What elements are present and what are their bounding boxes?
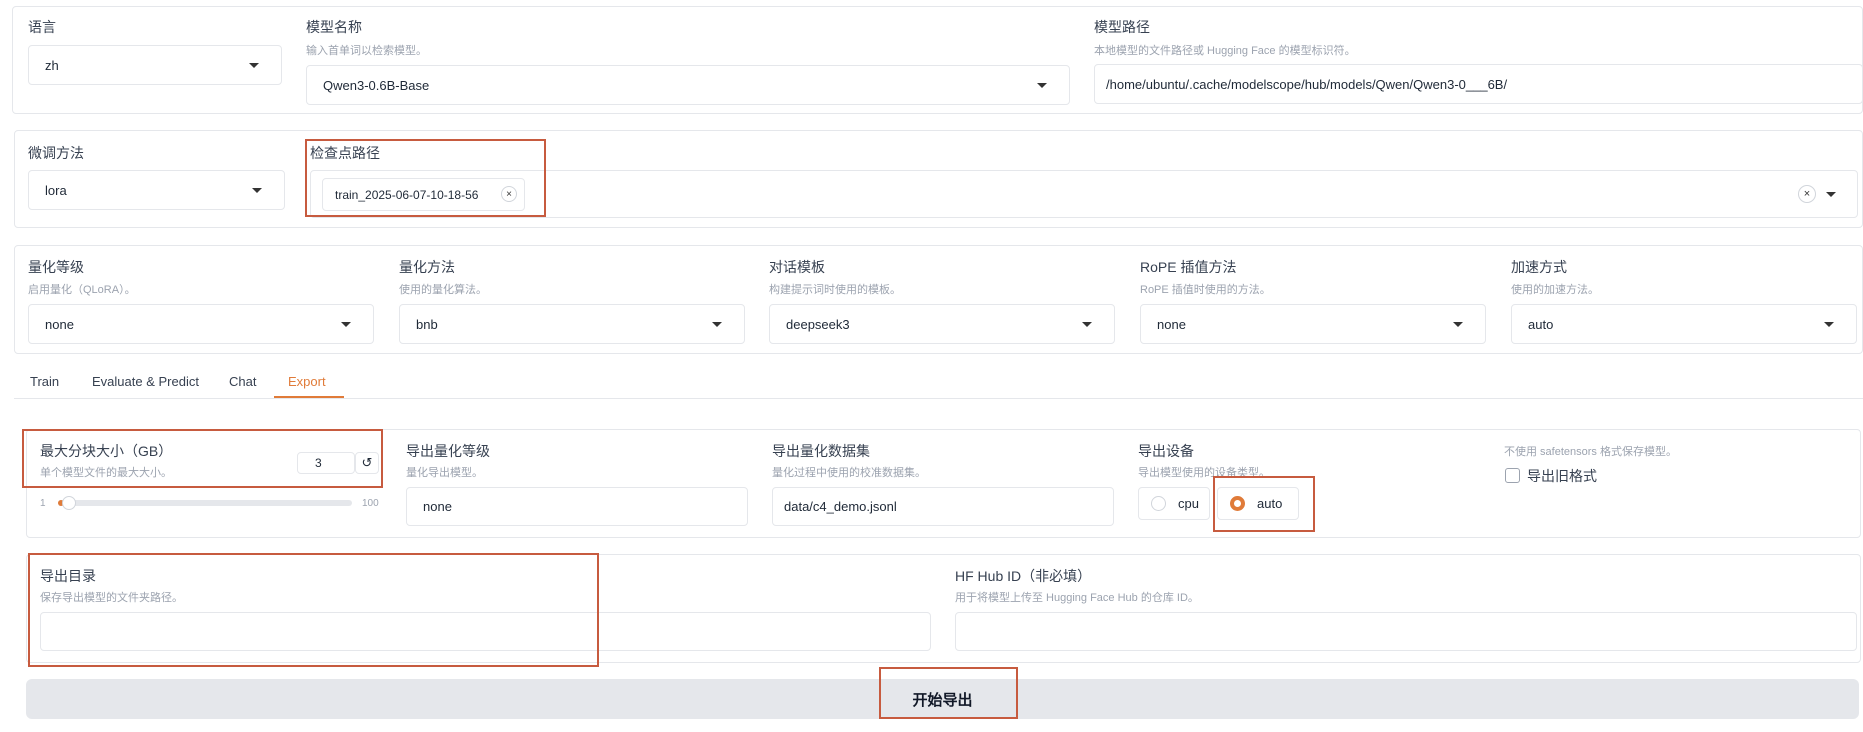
- checkpoint-chip[interactable]: train_2025-06-07-10-18-56 ×: [322, 178, 525, 211]
- device-cpu-label: cpu: [1178, 496, 1199, 511]
- template-value: deepseek3: [786, 316, 850, 332]
- quant-level-dropdown[interactable]: none: [28, 304, 374, 344]
- model-path-hint: 本地模型的文件路径或 Hugging Face 的模型标识符。: [1094, 45, 1356, 57]
- legacy-label[interactable]: 导出旧格式: [1527, 466, 1597, 486]
- export-device-hint: 导出模型使用的设备类型。: [1138, 467, 1270, 479]
- export-dataset-value: data/c4_demo.jsonl: [784, 499, 897, 514]
- lang-dropdown[interactable]: zh: [28, 45, 282, 85]
- model-path-input[interactable]: /home/ubuntu/.cache/modelscope/hub/model…: [1094, 64, 1863, 104]
- export-quant-value: none: [423, 499, 452, 514]
- export-dir-input[interactable]: [40, 612, 931, 651]
- device-auto-label: auto: [1257, 496, 1283, 511]
- device-option-auto[interactable]: auto: [1217, 487, 1299, 520]
- export-dataset-label: 导出量化数据集: [772, 443, 870, 459]
- start-export-button[interactable]: 开始导出: [26, 679, 1859, 719]
- export-dataset-input[interactable]: data/c4_demo.jsonl: [772, 487, 1114, 526]
- quant-method-label: 量化方法: [399, 259, 455, 275]
- shard-size-value: 3: [315, 456, 322, 470]
- shard-size-label: 最大分块大小（GB）: [40, 443, 173, 459]
- model-name-dropdown[interactable]: Qwen3-0.6B-Base: [306, 65, 1070, 105]
- export-dataset-hint: 量化过程中使用的校准数据集。: [772, 467, 926, 479]
- finetune-method-label: 微调方法: [28, 145, 84, 161]
- tab-evaluate-predict[interactable]: Evaluate & Predict: [92, 374, 199, 389]
- tab-export-underline: [274, 396, 344, 398]
- quant-level-label: 量化等级: [28, 259, 84, 275]
- rope-dropdown[interactable]: none: [1140, 304, 1486, 344]
- quant-method-dropdown[interactable]: bnb: [399, 304, 745, 344]
- radio-cpu[interactable]: [1151, 496, 1166, 511]
- hub-id-input[interactable]: [955, 612, 1857, 651]
- shard-size-hint: 单个模型文件的最大大小。: [40, 467, 172, 479]
- finetune-method-value: lora: [45, 182, 67, 198]
- model-name-value: Qwen3-0.6B-Base: [323, 77, 430, 93]
- accel-dropdown[interactable]: auto: [1511, 304, 1857, 344]
- template-dropdown[interactable]: deepseek3: [769, 304, 1115, 344]
- tab-train[interactable]: Train: [30, 374, 59, 389]
- rope-hint: RoPE 插值时使用的方法。: [1140, 284, 1271, 296]
- chip-close-icon[interactable]: ×: [501, 186, 517, 202]
- reset-icon: ↺: [361, 455, 373, 470]
- finetune-method-dropdown[interactable]: lora: [28, 170, 285, 210]
- slider-min: 1: [40, 498, 46, 509]
- hub-id-hint: 用于将模型上传至 Hugging Face Hub 的仓库 ID。: [955, 592, 1199, 604]
- accel-hint: 使用的加速方法。: [1511, 284, 1599, 296]
- quant-level-value: none: [45, 316, 74, 332]
- model-path-label: 模型路径: [1094, 19, 1150, 35]
- export-quant-label: 导出量化等级: [406, 443, 490, 459]
- chevron-down-icon[interactable]: [1826, 192, 1836, 197]
- export-quant-hint: 量化导出模型。: [406, 467, 483, 479]
- model-name-hint: 输入首单词以检索模型。: [306, 45, 427, 57]
- template-label: 对话模板: [769, 259, 825, 275]
- rope-value: none: [1157, 316, 1186, 332]
- clear-icon[interactable]: ×: [1798, 185, 1816, 203]
- shard-size-input[interactable]: 3: [297, 452, 355, 474]
- checkpoint-label: 检查点路径: [310, 145, 380, 161]
- export-dir-hint: 保存导出模型的文件夹路径。: [40, 592, 183, 604]
- quant-level-hint: 启用量化（QLoRA）。: [28, 284, 136, 296]
- export-quant-input[interactable]: none: [406, 487, 748, 526]
- legacy-checkbox[interactable]: [1505, 468, 1520, 483]
- lang-label: 语言: [28, 19, 56, 35]
- tabs-divider: [14, 398, 1863, 399]
- tab-chat[interactable]: Chat: [229, 374, 256, 389]
- tab-export[interactable]: Export: [288, 374, 326, 389]
- template-hint: 构建提示词时使用的模板。: [769, 284, 901, 296]
- lang-value: zh: [45, 57, 59, 73]
- slider-max: 100: [362, 498, 379, 509]
- export-device-label: 导出设备: [1138, 443, 1194, 459]
- checkpoint-chip-label: train_2025-06-07-10-18-56: [335, 187, 479, 202]
- slider-thumb[interactable]: [61, 496, 76, 510]
- reset-button[interactable]: ↺: [355, 452, 379, 474]
- model-name-label: 模型名称: [306, 19, 362, 35]
- hub-id-label: HF Hub ID（非必填）: [955, 568, 1092, 584]
- device-option-cpu[interactable]: cpu: [1138, 487, 1210, 520]
- shard-size-slider[interactable]: [58, 496, 352, 510]
- checkpoint-multiselect[interactable]: train_2025-06-07-10-18-56 × ×: [310, 170, 1858, 218]
- quant-method-hint: 使用的量化算法。: [399, 284, 487, 296]
- radio-auto[interactable]: [1230, 496, 1245, 511]
- rope-label: RoPE 插值方法: [1140, 259, 1237, 275]
- quant-method-value: bnb: [416, 316, 438, 332]
- export-dir-label: 导出目录: [40, 568, 96, 584]
- accel-value: auto: [1528, 316, 1554, 332]
- model-path-value: /home/ubuntu/.cache/modelscope/hub/model…: [1106, 76, 1508, 92]
- legacy-hint: 不使用 safetensors 格式保存模型。: [1504, 446, 1677, 458]
- accel-label: 加速方式: [1511, 259, 1567, 275]
